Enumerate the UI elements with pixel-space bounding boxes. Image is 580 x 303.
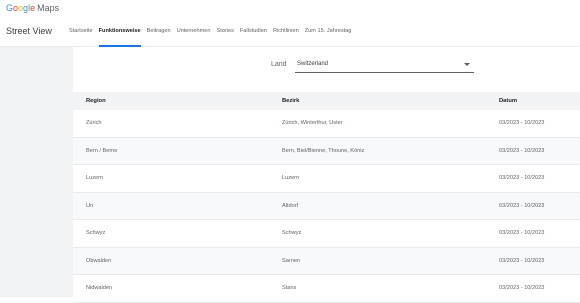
cell-datum: 03/2023 - 10/2023 bbox=[499, 147, 545, 154]
cell-datum: 03/2023 - 10/2023 bbox=[499, 120, 545, 126]
tab-zum-15-jahrestag[interactable]: Zum 15. Jahrestag bbox=[305, 17, 352, 46]
cell-region: Bern / Berne bbox=[86, 147, 118, 154]
tab-fallstudien[interactable]: Fallstudien bbox=[240, 17, 267, 46]
country-select-value: Switzerland bbox=[297, 61, 329, 67]
table-row: Obwalden Sarnen 03/2023 - 10/2023 bbox=[73, 247, 580, 275]
tab-funktionsweise[interactable]: Funktionsweise bbox=[98, 17, 141, 47]
cell-region: Nidwalden bbox=[86, 285, 113, 291]
nav-tabs: Startseite Funktionsweise Beitragen Unterne… bbox=[69, 17, 357, 47]
column-header-bezirk: Bezirk bbox=[282, 98, 300, 104]
cell-bezirk: Stans bbox=[282, 285, 297, 291]
cell-region: Schwyz bbox=[86, 230, 106, 236]
section-title[interactable]: Street View bbox=[6, 26, 52, 36]
google-maps-logo[interactable]: Google Maps bbox=[6, 3, 59, 14]
cell-datum: 03/2023 - 10/2023 bbox=[499, 175, 545, 181]
table-row: Nidwalden Stans 03/2023 - 10/2023 bbox=[73, 275, 580, 303]
country-filter: Land Switzerland bbox=[73, 47, 580, 92]
cell-region: Luzern bbox=[86, 175, 104, 181]
table-body: Zürich Zürich, Winterthur, Uster 03/2023 -… bbox=[73, 110, 580, 303]
cell-bezirk: Schwyz bbox=[282, 230, 302, 236]
table-row: Luzern Luzern 03/2023 - 10/2023 bbox=[73, 165, 580, 193]
tab-richtlinien[interactable]: Richtlinien bbox=[273, 17, 299, 46]
table-row: Schwyz Schwyz 03/2023 - 10/2023 bbox=[73, 220, 580, 248]
cell-datum: 03/2023 - 10/2023 bbox=[499, 285, 545, 291]
cell-datum: 03/2023 - 10/2023 bbox=[499, 202, 545, 209]
chevron-down-icon bbox=[464, 63, 470, 66]
logo-letter: e bbox=[30, 3, 36, 13]
cell-region: Obwalden bbox=[86, 257, 112, 264]
cell-region: Zürich bbox=[86, 120, 102, 126]
coverage-table: Region Bezirk Datum Zürich Zürich, Winter… bbox=[73, 92, 580, 303]
logo-product-name: Maps bbox=[37, 3, 60, 13]
tab-startseite[interactable]: Startseite bbox=[69, 17, 93, 46]
cell-bezirk: Bern, Biel/Bienne, Thoune, Köniz bbox=[282, 147, 365, 154]
left-panel bbox=[0, 47, 73, 297]
cell-region: Uri bbox=[86, 202, 94, 209]
table-header: Region Bezirk Datum bbox=[73, 92, 580, 110]
column-header-region: Region bbox=[86, 98, 106, 104]
section-nav: Street View Startseite Funktionsweise Beit… bbox=[0, 17, 580, 47]
cell-datum: 03/2023 - 10/2023 bbox=[499, 230, 545, 236]
column-header-datum: Datum bbox=[499, 98, 518, 104]
table-row: Bern / Berne Bern, Biel/Bienne, Thoune, K… bbox=[73, 137, 580, 165]
cell-bezirk: Luzern bbox=[282, 175, 300, 181]
tab-beitragen[interactable]: Beitragen bbox=[147, 17, 171, 46]
tab-stories[interactable]: Stories bbox=[216, 17, 233, 46]
table-row: Uri Altdorf 03/2023 - 10/2023 bbox=[73, 192, 580, 220]
top-bar: Google Maps bbox=[0, 0, 580, 17]
logo-letter: G bbox=[6, 3, 14, 13]
cell-bezirk: Zürich, Winterthur, Uster bbox=[282, 120, 343, 126]
country-select[interactable]: Switzerland bbox=[295, 57, 474, 73]
tab-unternehmen[interactable]: Unternehmen bbox=[177, 17, 211, 46]
cell-bezirk: Altdorf bbox=[282, 202, 299, 209]
cell-bezirk: Sarnen bbox=[282, 257, 301, 264]
country-label: Land bbox=[271, 61, 287, 68]
cell-datum: 03/2023 - 10/2023 bbox=[499, 257, 545, 264]
table-row: Zürich Zürich, Winterthur, Uster 03/2023 -… bbox=[73, 110, 580, 138]
